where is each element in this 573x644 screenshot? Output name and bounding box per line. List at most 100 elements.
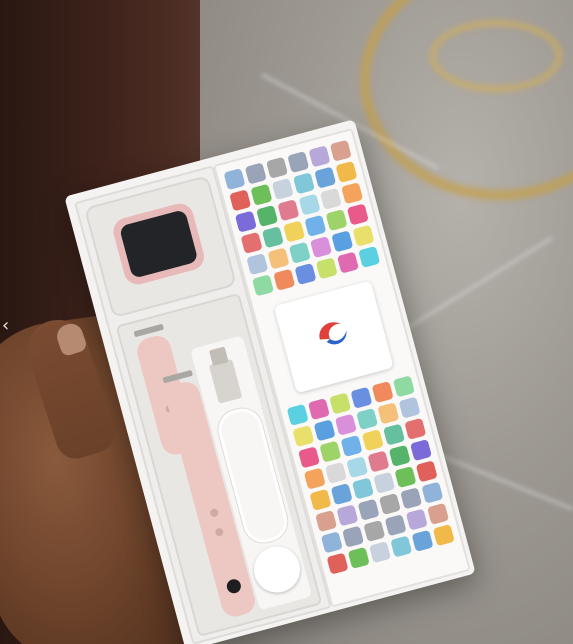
- app-tile: [267, 247, 290, 270]
- usb-cable-icon: [208, 346, 243, 404]
- app-tile: [304, 214, 327, 237]
- app-tile: [377, 402, 400, 425]
- app-tile: [383, 423, 406, 446]
- charger-icon: [248, 541, 306, 598]
- app-tile: [421, 481, 444, 504]
- strap-hole: [209, 507, 220, 518]
- app-tile: [378, 493, 401, 516]
- strap-pin: [221, 573, 247, 599]
- app-tile: [244, 162, 267, 185]
- app-tile: [256, 204, 279, 227]
- app-tile: [229, 189, 252, 212]
- app-tile: [277, 199, 300, 222]
- app-tile: [357, 498, 380, 521]
- app-tile: [292, 172, 315, 195]
- app-tile: [294, 263, 317, 286]
- photo-scene: ‹: [0, 0, 573, 644]
- app-tile: [334, 413, 357, 436]
- app-icon-grid: [223, 139, 382, 297]
- app-tile: [310, 236, 333, 259]
- app-tile: [308, 145, 331, 168]
- app-tile: [251, 274, 275, 297]
- app-tile: [394, 466, 417, 489]
- app-tile: [271, 178, 294, 201]
- app-tile: [314, 166, 337, 189]
- app-tile: [427, 502, 450, 525]
- app-tile: [340, 434, 363, 457]
- app-tile: [411, 529, 434, 552]
- app-tile: [261, 226, 284, 249]
- app-tile: [240, 231, 263, 254]
- app-tile: [319, 187, 342, 210]
- app-tile: [358, 245, 381, 268]
- app-tile: [346, 203, 369, 226]
- app-tile: [298, 193, 321, 216]
- app-tile: [404, 417, 427, 440]
- app-tile: [324, 461, 348, 484]
- app-tile: [320, 531, 343, 554]
- strap-hole: [214, 527, 225, 538]
- app-tile: [283, 220, 306, 243]
- app-tile: [388, 444, 411, 467]
- usb-connector: [209, 346, 229, 367]
- app-tile: [351, 477, 374, 500]
- app-tile: [350, 386, 373, 409]
- app-tile: [319, 440, 342, 463]
- app-tile: [369, 541, 392, 564]
- app-tile: [346, 456, 369, 479]
- app-tile: [287, 151, 310, 174]
- app-tile: [342, 525, 365, 548]
- app-tile: [331, 230, 354, 253]
- app-tile: [392, 375, 415, 398]
- box-wrapper: [0, 0, 573, 644]
- app-tile: [390, 535, 413, 558]
- app-tile: [288, 241, 311, 264]
- app-tile: [336, 504, 359, 527]
- app-tile: [309, 488, 332, 511]
- smartwatch-box: [64, 119, 476, 644]
- app-tile: [405, 508, 428, 531]
- app-tile: [373, 471, 396, 494]
- app-tile: [313, 419, 336, 442]
- app-tile: [298, 446, 321, 469]
- app-tile: [356, 408, 379, 431]
- app-tile: [341, 182, 364, 205]
- app-tile: [329, 392, 352, 415]
- app-tile: [367, 450, 390, 473]
- app-tile: [265, 156, 289, 179]
- app-tile: [415, 460, 438, 483]
- chevron-left-icon[interactable]: ‹: [2, 316, 16, 336]
- app-tile: [329, 139, 352, 162]
- app-tile: [286, 403, 309, 426]
- brand-logo-icon: [319, 322, 347, 345]
- app-tile: [336, 251, 360, 274]
- watch-slot: [83, 175, 238, 319]
- app-tile: [315, 510, 338, 533]
- app-tile: [398, 396, 421, 419]
- app-tile: [330, 483, 353, 506]
- app-tile: [246, 253, 269, 276]
- app-tile: [292, 425, 315, 448]
- app-tile: [400, 487, 423, 510]
- app-tile: [307, 398, 330, 421]
- watch-screen: [118, 209, 199, 279]
- app-tile: [409, 439, 433, 462]
- app-tile: [326, 552, 349, 575]
- app-tile: [371, 381, 394, 404]
- app-tile: [250, 183, 273, 206]
- app-tile: [315, 257, 338, 280]
- app-tile: [347, 546, 370, 569]
- app-tile: [352, 224, 375, 247]
- app-tile: [325, 209, 348, 232]
- app-tile: [384, 514, 407, 537]
- app-tile: [303, 467, 326, 490]
- app-tile: [432, 524, 455, 547]
- brand-card: [273, 280, 394, 394]
- smartwatch: [110, 200, 208, 288]
- app-tile: [223, 168, 246, 191]
- app-tile: [273, 268, 296, 291]
- app-tile: [335, 160, 358, 183]
- app-tile: [234, 210, 257, 233]
- app-tile: [363, 519, 386, 542]
- app-tile: [361, 429, 384, 452]
